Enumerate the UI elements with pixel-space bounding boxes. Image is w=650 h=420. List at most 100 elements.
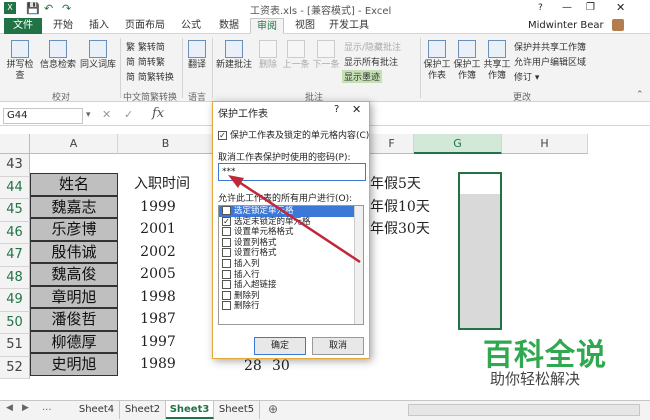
- sheet-tab-active[interactable]: Sheet3: [166, 401, 214, 419]
- sheet-tab[interactable]: Sheet5: [214, 401, 260, 419]
- tab-page-layout[interactable]: 页面布局: [120, 18, 170, 34]
- name-cell[interactable]: 乐彦博: [30, 218, 118, 241]
- tab-file[interactable]: 文件: [4, 18, 42, 34]
- sheet-tab[interactable]: Sheet2: [120, 401, 166, 419]
- confirm-entry-icon[interactable]: ✓: [124, 108, 133, 121]
- help-icon[interactable]: ?: [538, 3, 543, 13]
- sheet-tab[interactable]: Sheet4: [74, 401, 120, 419]
- row-header[interactable]: 49: [0, 289, 30, 312]
- permission-item[interactable]: 设置列格式: [219, 237, 363, 249]
- row-header[interactable]: 47: [0, 244, 30, 267]
- column-header-g[interactable]: G: [414, 134, 502, 154]
- row-header[interactable]: 51: [0, 334, 30, 357]
- protect-contents-checkbox[interactable]: ✓ 保护工作表及锁定的单元格内容(C): [218, 128, 369, 141]
- name-cell[interactable]: 潘俊哲: [30, 308, 118, 331]
- collapse-ribbon-icon[interactable]: ⌃: [636, 90, 644, 100]
- selected-range-g[interactable]: [458, 172, 502, 330]
- permission-item[interactable]: 插入列: [219, 258, 363, 270]
- previous-comment-button[interactable]: 上一条: [282, 40, 310, 71]
- tab-home[interactable]: 开始: [46, 18, 80, 34]
- track-changes-button[interactable]: 修订 ▾: [514, 70, 539, 83]
- permission-item[interactable]: 删除列: [219, 290, 363, 302]
- cancel-entry-icon[interactable]: ✕: [102, 108, 111, 121]
- next-sheet-icon[interactable]: ▶: [22, 403, 29, 413]
- column-header-a[interactable]: A: [30, 134, 118, 154]
- protect-share-button[interactable]: 保护并共享工作簿: [514, 40, 586, 53]
- row-header[interactable]: 43: [0, 154, 30, 177]
- avatar[interactable]: [612, 19, 624, 31]
- leave-rule-cell[interactable]: 年假30天: [370, 218, 430, 241]
- permission-item[interactable]: ✓ 选定未锁定的单元格: [219, 216, 363, 228]
- row-header[interactable]: 46: [0, 221, 30, 244]
- tab-formulas[interactable]: 公式: [174, 18, 208, 34]
- name-box-dropdown-icon[interactable]: ▾: [86, 110, 91, 120]
- dialog-close-icon[interactable]: ✕: [352, 103, 361, 116]
- show-ink-button[interactable]: 显示墨迹: [342, 70, 383, 83]
- permission-item[interactable]: 插入超链接: [219, 280, 363, 291]
- hire-year-cell[interactable]: 1997: [118, 331, 198, 354]
- tab-insert[interactable]: 插入: [82, 18, 116, 34]
- name-cell[interactable]: 章明旭: [30, 285, 118, 308]
- row-header[interactable]: 45: [0, 199, 30, 222]
- cancel-button[interactable]: 取消: [312, 337, 364, 355]
- select-all-corner[interactable]: [0, 134, 30, 154]
- hire-year-cell[interactable]: 1999: [118, 196, 198, 219]
- row-header[interactable]: 44: [0, 176, 30, 199]
- tab-data[interactable]: 数据: [212, 18, 246, 34]
- allow-edit-ranges-button[interactable]: 允许用户编辑区域: [514, 55, 586, 68]
- leave-rule-cell[interactable]: 年假5天: [370, 173, 421, 196]
- row-header[interactable]: 48: [0, 266, 30, 289]
- permission-item[interactable]: 插入行: [219, 269, 363, 281]
- show-all-comments-button[interactable]: 显示所有批注: [344, 55, 398, 68]
- hire-year-cell[interactable]: 1989: [118, 353, 198, 376]
- protect-workbook-button[interactable]: 保护工作簿: [452, 40, 482, 82]
- horizontal-scrollbar[interactable]: [408, 404, 640, 416]
- add-sheet-icon[interactable]: ⊕: [268, 402, 278, 416]
- ok-button[interactable]: 确定: [254, 337, 306, 355]
- minimize-icon[interactable]: —: [562, 2, 572, 13]
- permissions-list[interactable]: ✓ 选定锁定单元格 ✓ 选定未锁定的单元格 设置单元格格式 设置列格式 设置行格式 …: [218, 205, 364, 325]
- column-header-f[interactable]: F: [370, 134, 414, 154]
- permissions-scrollbar[interactable]: [354, 206, 363, 324]
- row-header[interactable]: 52: [0, 356, 30, 379]
- translate-button[interactable]: 翻译: [184, 40, 210, 71]
- name-cell[interactable]: 史明旭: [30, 353, 118, 376]
- close-icon[interactable]: ✕: [616, 1, 625, 14]
- new-comment-button[interactable]: 新建批注: [214, 40, 254, 71]
- user-name[interactable]: Midwinter Bear: [528, 20, 604, 31]
- hire-year-cell[interactable]: 2005: [118, 263, 198, 286]
- tab-developer[interactable]: 开发工具: [326, 18, 372, 34]
- tab-review[interactable]: 审阅: [250, 18, 284, 34]
- column-header-b[interactable]: B: [118, 134, 214, 154]
- name-cell[interactable]: 魏嘉志: [30, 195, 118, 218]
- column-header-h[interactable]: H: [502, 134, 588, 154]
- research-button[interactable]: 信息检索: [38, 40, 78, 71]
- leave-rule-cell[interactable]: 年假10天: [370, 196, 430, 219]
- spell-check-button[interactable]: 拼写检查: [4, 40, 36, 82]
- dialog-help-icon[interactable]: ?: [334, 104, 339, 115]
- delete-comment-button[interactable]: 删除: [256, 40, 280, 71]
- permission-item[interactable]: 设置单元格格式: [219, 227, 363, 238]
- thesaurus-button[interactable]: 同义词库: [78, 40, 118, 71]
- trad-to-simp-button[interactable]: 繁 繁转简: [126, 40, 165, 53]
- restore-icon[interactable]: ❐: [586, 2, 595, 13]
- hire-year-cell[interactable]: 2001: [118, 218, 198, 241]
- save-icon[interactable]: 💾: [26, 2, 40, 16]
- undo-icon[interactable]: ↶: [44, 2, 53, 16]
- hire-year-cell[interactable]: 1998: [118, 286, 198, 309]
- tab-view[interactable]: 视图: [288, 18, 322, 34]
- permission-item[interactable]: ✓ 选定锁定单元格: [219, 206, 363, 217]
- password-input[interactable]: ***: [218, 163, 366, 181]
- name-header-cell[interactable]: 姓名: [30, 173, 118, 196]
- name-cell[interactable]: 魏高俊: [30, 263, 118, 286]
- prev-sheet-icon[interactable]: ◀: [6, 403, 13, 413]
- chinese-convert-button[interactable]: 简 简繁转换: [126, 70, 174, 83]
- name-cell[interactable]: 柳德厚: [30, 330, 118, 353]
- name-box[interactable]: G44: [3, 108, 83, 124]
- hire-date-header-cell[interactable]: 入职时间: [118, 173, 206, 196]
- row-header[interactable]: 50: [0, 311, 30, 334]
- share-workbook-button[interactable]: 共享工作簿: [482, 40, 512, 82]
- permission-item[interactable]: 设置行格式: [219, 248, 363, 259]
- more-sheets-icon[interactable]: ...: [42, 402, 52, 413]
- simp-to-trad-button[interactable]: 简 简转繁: [126, 55, 165, 68]
